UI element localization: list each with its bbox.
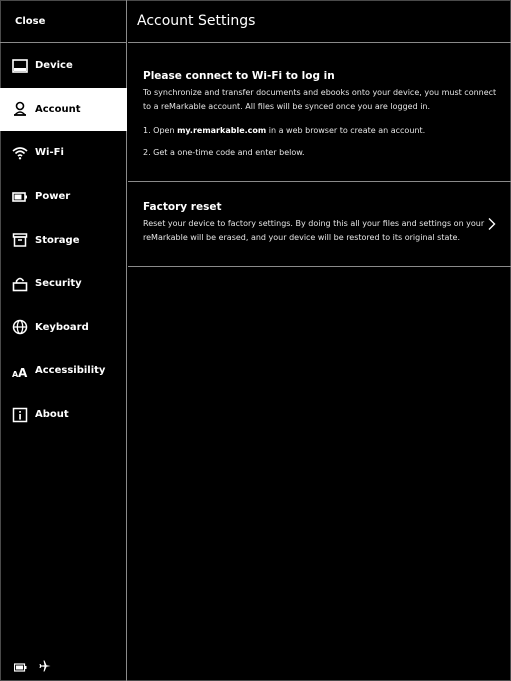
login-title: Please connect to Wi-Fi to log in — [143, 70, 335, 82]
login-step-1: 1. Open my.remarkable.com in a web brows… — [143, 126, 497, 135]
factory-reset-row[interactable]: Factory reset Reset your device to facto… — [128, 182, 511, 267]
sidebar-item-account[interactable]: Account — [0, 87, 127, 132]
remarkable-link[interactable]: my.remarkable.com — [177, 126, 266, 135]
sidebar-item-label: Security — [35, 278, 82, 290]
text-size-icon: AA — [12, 363, 28, 379]
sidebar-item-accessibility[interactable]: AA Accessibility — [0, 349, 127, 393]
main-panel: Account Settings Please connect to Wi-Fi… — [128, 0, 511, 681]
factory-reset-description: Reset your device to factory settings. B… — [143, 219, 485, 242]
login-section: Please connect to Wi-Fi to log in To syn… — [128, 43, 511, 182]
globe-icon — [12, 319, 28, 335]
status-bar — [13, 657, 51, 676]
sidebar-item-label: Device — [35, 60, 73, 72]
sidebar-item-security[interactable]: Security — [0, 262, 127, 306]
sidebar-item-label: Power — [35, 191, 71, 203]
login-description: To synchronize and transfer documents an… — [143, 88, 497, 111]
battery-icon — [12, 189, 28, 205]
sidebar-item-keyboard[interactable]: Keyboard — [0, 306, 127, 350]
sidebar-item-label: Account — [35, 103, 81, 115]
storage-icon — [12, 232, 28, 248]
sidebar-item-device[interactable]: Device — [0, 44, 127, 88]
sidebar-item-label: Keyboard — [35, 321, 89, 333]
device-icon — [12, 58, 28, 74]
factory-reset-title: Factory reset — [143, 201, 222, 213]
sidebar-item-power[interactable]: Power — [0, 175, 127, 219]
wifi-icon — [12, 145, 28, 161]
airplane-mode-icon — [39, 657, 51, 676]
step-1-suffix: in a web browser to create an account. — [266, 126, 426, 135]
sidebar-item-wifi[interactable]: Wi-Fi — [0, 131, 127, 175]
account-icon — [12, 101, 28, 117]
sidebar: Close Device Account Wi-Fi Power Storage… — [0, 0, 127, 681]
login-step-2: 2. Get a one-time code and enter below. — [143, 148, 305, 157]
close-button[interactable]: Close — [0, 0, 127, 43]
battery-status-icon — [13, 657, 27, 676]
page-title: Account Settings — [128, 0, 511, 43]
svg-text:A: A — [18, 366, 28, 379]
sidebar-item-label: About — [35, 409, 69, 421]
step-1-prefix: 1. Open — [143, 126, 178, 135]
sidebar-nav: Device Account Wi-Fi Power Storage Secur… — [0, 44, 127, 436]
sidebar-item-label: Accessibility — [35, 365, 106, 377]
chevron-right-icon — [488, 218, 496, 230]
info-icon — [12, 407, 28, 423]
sidebar-item-label: Storage — [35, 234, 80, 246]
lock-icon — [12, 276, 28, 292]
sidebar-item-about[interactable]: About — [0, 393, 127, 437]
sidebar-item-label: Wi-Fi — [35, 147, 64, 159]
sidebar-item-storage[interactable]: Storage — [0, 218, 127, 262]
